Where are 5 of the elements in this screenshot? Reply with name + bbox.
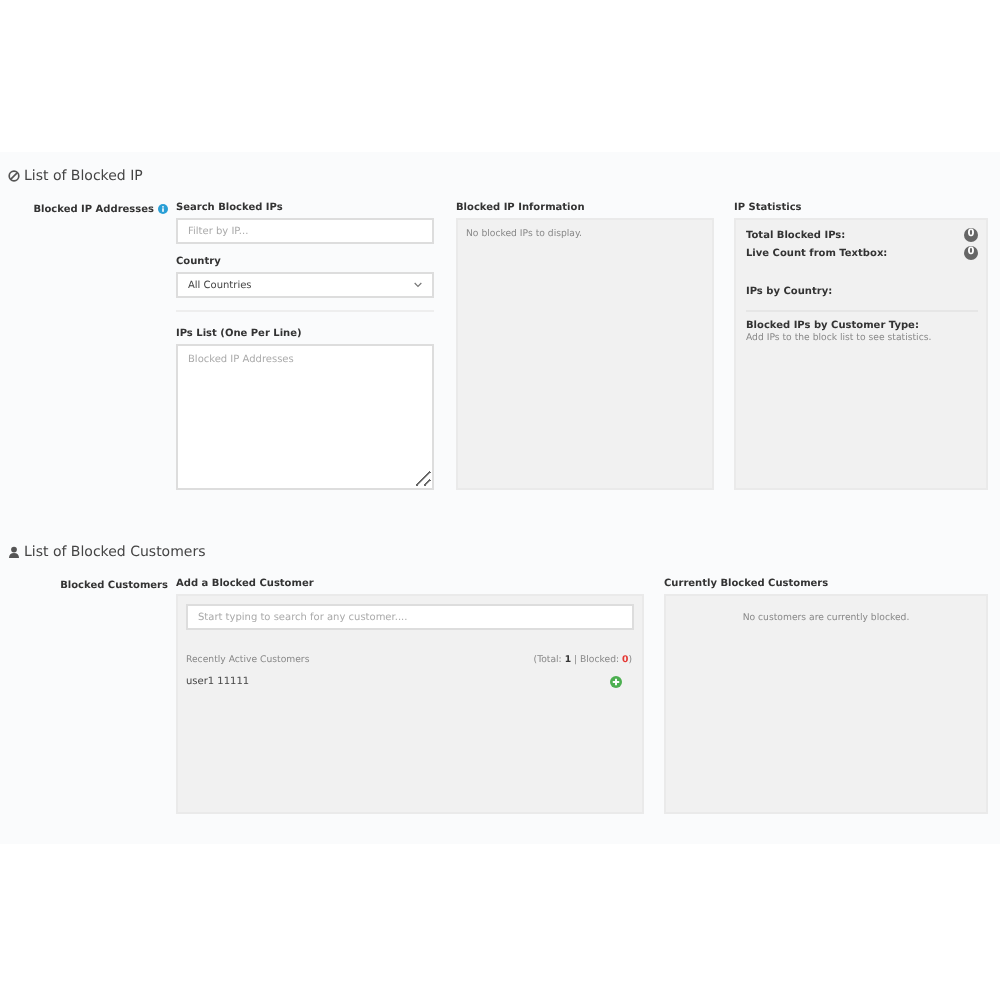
add-icon[interactable] — [610, 676, 622, 688]
info-icon — [158, 204, 168, 214]
caret-icon — [414, 282, 422, 288]
blocked-icon — [8, 170, 20, 182]
person-icon — [8, 546, 20, 558]
